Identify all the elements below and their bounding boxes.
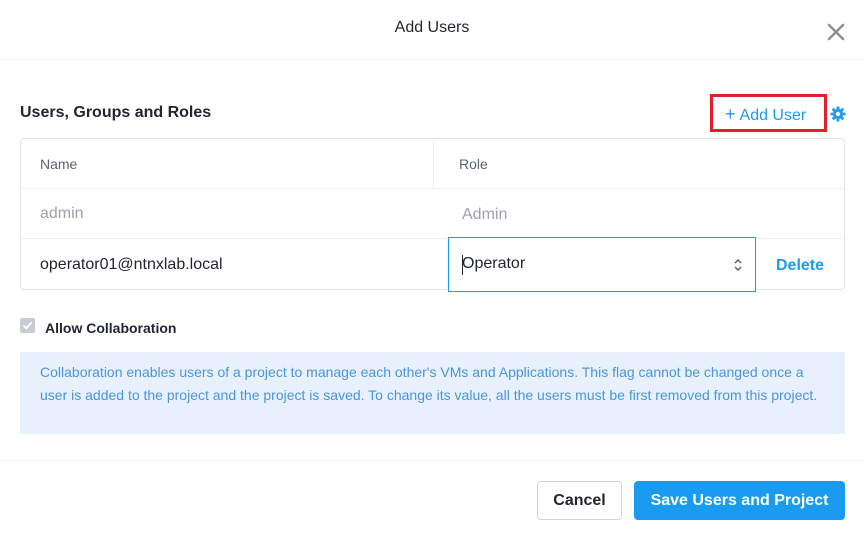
save-users-and-project-button[interactable]: Save Users and Project [634, 481, 845, 520]
plus-icon: + [725, 104, 736, 124]
column-header-name: Name [40, 156, 78, 172]
column-header-role: Role [459, 156, 488, 172]
column-divider [433, 139, 434, 189]
role-select[interactable]: Operator [448, 237, 756, 292]
table-header-row: Name Role [21, 139, 844, 189]
role-select-value: Operator [462, 255, 526, 272]
add-user-button[interactable]: + Add User [725, 104, 806, 125]
sort-arrows-icon [733, 257, 743, 273]
user-name: operator01@ntnxlab.local [40, 256, 223, 273]
table-row: operator01@ntnxlab.local Operator Delete [21, 237, 844, 292]
section-title: Users, Groups and Roles [20, 104, 212, 121]
add-user-highlight: + Add User [710, 94, 827, 132]
gear-icon[interactable] [830, 106, 846, 122]
user-role: Admin [462, 206, 508, 223]
cancel-button[interactable]: Cancel [537, 481, 622, 520]
close-icon[interactable] [826, 22, 846, 42]
checkmark-icon [22, 321, 33, 330]
allow-collaboration-label: Allow Collaboration [45, 320, 177, 336]
dialog-title: Add Users [394, 19, 470, 36]
add-user-label: Add User [739, 107, 807, 124]
collaboration-info-box: Collaboration enables users of a project… [20, 352, 845, 434]
delete-button[interactable]: Delete [776, 257, 824, 275]
footer-divider [0, 460, 864, 461]
table-row: admin Admin [21, 189, 844, 239]
dialog-header: Add Users [0, 0, 864, 60]
user-name: admin [40, 205, 84, 222]
users-table: Name Role admin Admin operator01@ntnxlab… [20, 138, 845, 292]
allow-collaboration-checkbox[interactable] [20, 318, 35, 333]
